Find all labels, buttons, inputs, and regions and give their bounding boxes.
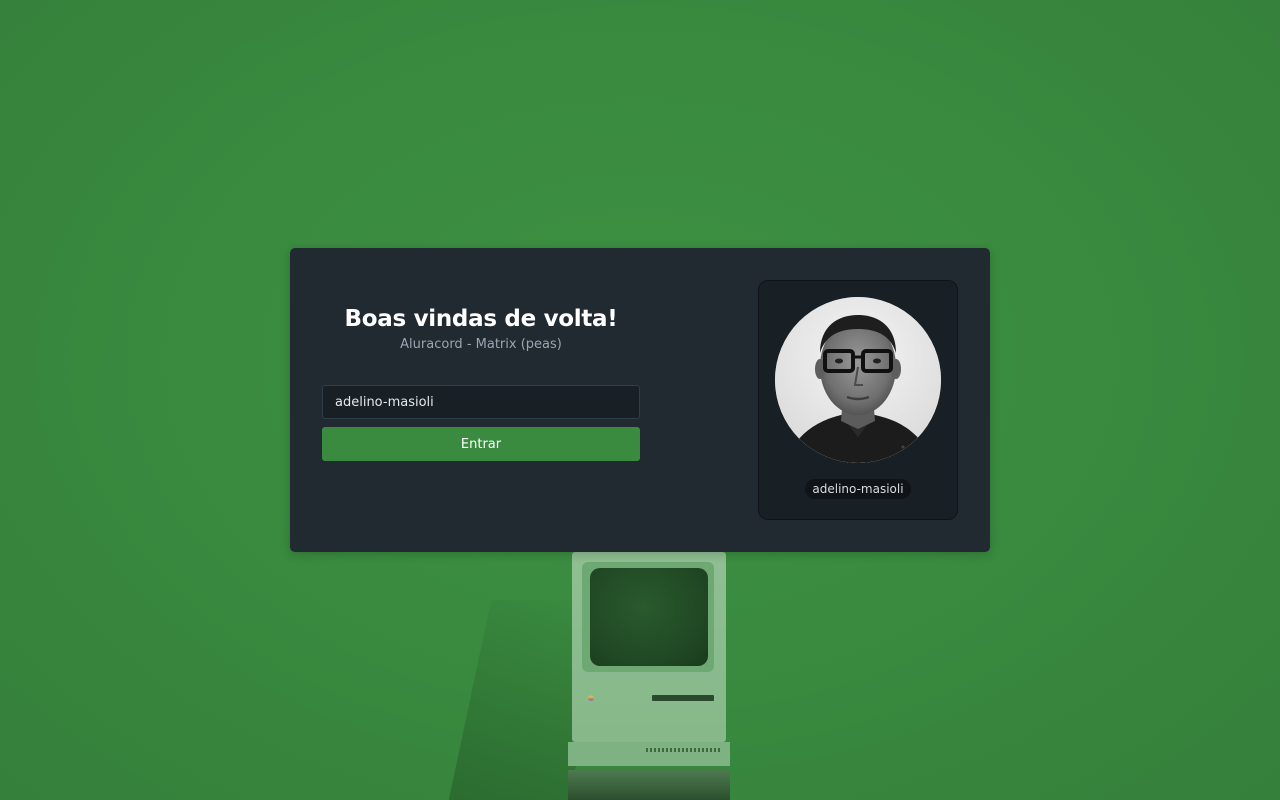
page-title: Boas vindas de volta! xyxy=(344,306,618,332)
computer-disk-slot xyxy=(652,695,714,701)
avatar xyxy=(775,297,941,463)
submit-button[interactable]: Entrar xyxy=(322,427,640,461)
vintage-computer-icon xyxy=(566,548,732,800)
user-photo-icon xyxy=(775,297,941,463)
computer-screen xyxy=(590,568,708,666)
computer-stand xyxy=(568,770,730,800)
computer-base xyxy=(568,742,730,766)
login-form: Boas vindas de volta! Aluracord - Matrix… xyxy=(322,248,640,552)
username-input[interactable] xyxy=(322,385,640,419)
username-badge: adelino-masioli xyxy=(805,479,911,499)
login-card: Boas vindas de volta! Aluracord - Matrix… xyxy=(290,248,990,552)
profile-panel: adelino-masioli xyxy=(758,280,958,520)
computer-logo xyxy=(588,695,594,701)
page-subtitle: Aluracord - Matrix (peas) xyxy=(400,337,562,352)
computer-vents xyxy=(646,748,722,752)
